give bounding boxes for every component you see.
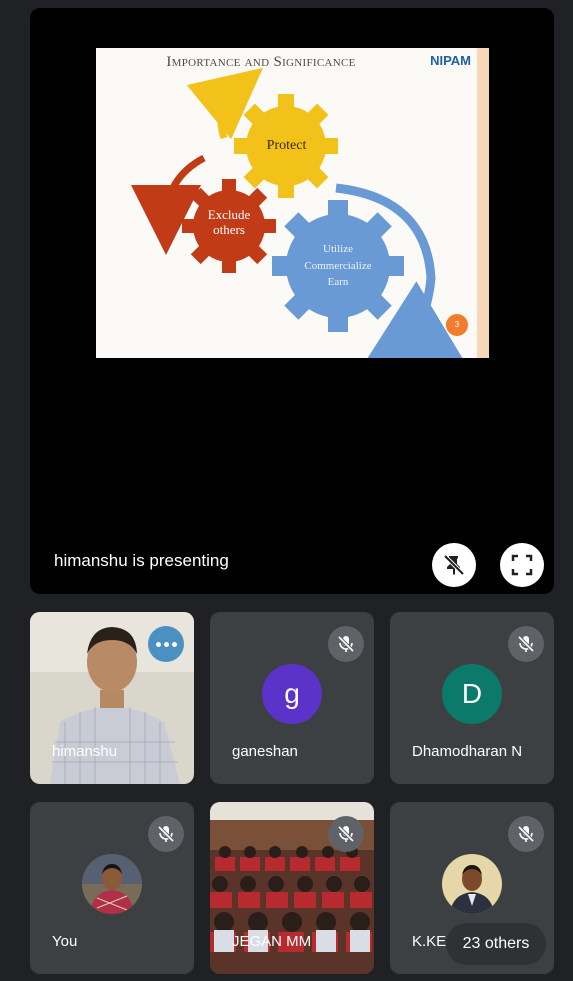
participant-tile-himanshu[interactable]: himanshu <box>30 612 194 784</box>
gear-label-exclude-line2: others <box>213 221 245 237</box>
mic-off-icon <box>517 825 535 843</box>
mic-off-badge <box>328 626 364 662</box>
gear-label-utilize-line3: Earn <box>327 276 349 289</box>
gear-label-exclude-line1: Exclude <box>207 207 251 222</box>
avatar: D <box>442 664 502 724</box>
more-options-dot <box>163 641 169 647</box>
fullscreen-button[interactable] <box>500 543 544 587</box>
mic-off-icon <box>157 825 175 843</box>
participant-name: ganeshan <box>232 743 298 760</box>
gear-label-utilize: Utilize Commercialize Earn <box>288 243 388 289</box>
arrow-yellow <box>186 67 264 140</box>
avatar <box>82 854 142 914</box>
shared-slide: Importance and Significance NIPAM Protec… <box>96 48 489 358</box>
mic-off-badge <box>508 626 544 662</box>
participant-tile-dhamodharan[interactable]: D Dhamodharan N <box>390 612 554 784</box>
mic-off-icon <box>337 825 355 843</box>
avatar <box>442 854 502 914</box>
gear-label-exclude: Exclude others <box>199 207 259 238</box>
participant-name: You <box>52 933 78 950</box>
mic-off-badge <box>508 816 544 852</box>
avatar: g <box>262 664 322 724</box>
gear-label-utilize-line2: Commercialize <box>304 259 372 272</box>
participant-tile-you[interactable]: You <box>30 802 194 974</box>
mic-off-badge <box>148 816 184 852</box>
presentation-stage: Importance and Significance NIPAM Protec… <box>30 8 554 594</box>
participant-name: Dhamodharan N <box>412 743 523 760</box>
gear-label-utilize-line1: Utilize <box>323 243 353 255</box>
mic-off-badge <box>328 816 364 852</box>
participant-name: himanshu <box>52 743 118 760</box>
more-options-icon <box>155 641 161 647</box>
unpin-button[interactable] <box>432 543 476 587</box>
more-options-dot <box>171 641 177 647</box>
slide-page-number: 3 <box>446 314 468 336</box>
others-count-button[interactable]: 23 others <box>446 923 546 965</box>
mic-off-icon <box>517 635 535 653</box>
participant-tile-jegan[interactable]: JEGAN MM <box>210 802 374 974</box>
mic-off-icon <box>337 635 355 653</box>
participant-tile-ganeshan[interactable]: g ganeshan <box>210 612 374 784</box>
unpin-icon <box>443 554 465 576</box>
gear-label-protect: Protect <box>266 138 307 153</box>
gears-diagram <box>131 67 463 358</box>
participant-name: JEGAN MM <box>232 933 312 950</box>
more-options-button[interactable] <box>148 626 184 662</box>
presenting-label: himanshu is presenting <box>54 551 229 570</box>
fullscreen-icon <box>511 554 533 576</box>
